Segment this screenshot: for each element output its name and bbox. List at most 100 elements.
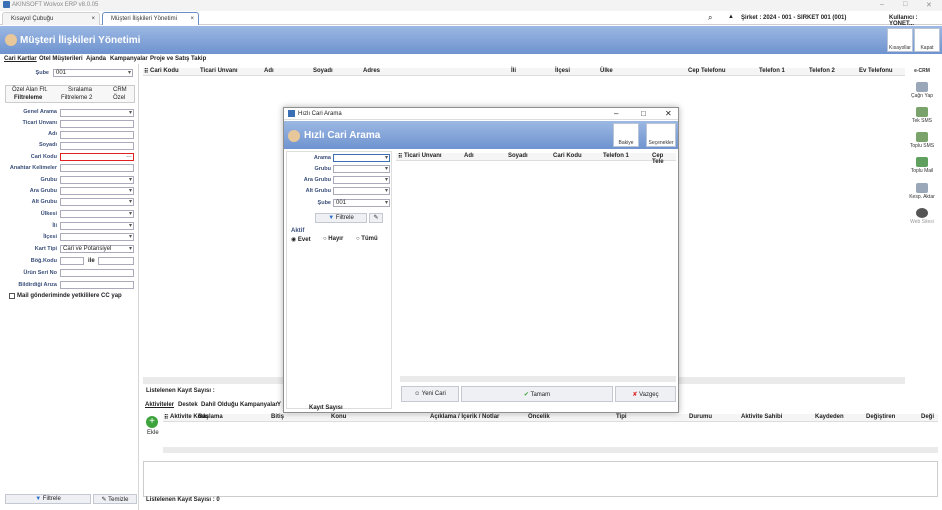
col-bitis[interactable]: Bitiş <box>271 414 284 420</box>
col-telefon1[interactable]: Telefon 1 <box>759 68 785 74</box>
col-adi[interactable]: Adı <box>264 68 274 74</box>
col-telefon2[interactable]: Telefon 2 <box>809 68 835 74</box>
tab-ozel[interactable]: Özel <box>113 95 125 101</box>
call-button[interactable]: Çağrı Yap <box>906 82 938 99</box>
dialog-col-soyadi[interactable]: Soyadı <box>508 153 528 159</box>
grubu-select[interactable] <box>60 176 134 184</box>
tab-filtreleme[interactable]: Filtreleme <box>14 95 42 101</box>
col-cari-kodu[interactable]: Cari Kodu <box>150 68 179 74</box>
shortcuts-button[interactable]: Kısayollar <box>887 28 913 52</box>
tab-kampanyalar[interactable]: Dahil Olduğu Kampanyalar <box>201 402 278 408</box>
dialog-col-ticari-unvani[interactable]: Ticari Unvanı <box>404 153 442 159</box>
options-button[interactable]: Seçenekler <box>646 123 676 147</box>
aktif-hayir-radio[interactable]: ○ Hayır <box>323 236 343 242</box>
search-icon[interactable]: ⌕ <box>708 13 712 23</box>
website-button[interactable]: Web Sitesi <box>906 208 938 225</box>
col-kaydeden[interactable]: Kaydeden <box>815 414 844 420</box>
col-aktivite-sahibi[interactable]: Aktivite Sahibi <box>741 414 782 420</box>
col-ev-telefonu[interactable]: Ev Telefonu <box>859 68 893 74</box>
dialog-minimize-button[interactable]: – <box>614 109 618 118</box>
col-cep-telefonu[interactable]: Cep Telefonu <box>688 68 726 74</box>
close-module-button[interactable]: Kapat <box>914 28 940 52</box>
new-account-button[interactable]: ☺ Yeni Cari <box>401 386 459 402</box>
dialog-grid-hscroll[interactable] <box>400 376 676 382</box>
dialog-grubu-select[interactable] <box>333 165 390 173</box>
col-ilcesi[interactable]: İlçesi <box>555 68 570 74</box>
bog-kodu-from[interactable] <box>60 257 84 265</box>
col-durumu[interactable]: Durumu <box>689 414 712 420</box>
dialog-sube-select[interactable]: 001 <box>333 199 390 207</box>
cc-checkbox[interactable] <box>9 293 15 299</box>
dialog-clear-button[interactable]: ✎ <box>369 213 383 223</box>
col-tipi[interactable]: Tipi <box>616 414 627 420</box>
menu-ajanda[interactable]: Ajanda <box>86 56 106 62</box>
tab-ozel-alan[interactable]: Özel Alan Flt. <box>12 87 48 93</box>
menu-proje[interactable]: Proje ve Satış Takip <box>150 56 206 62</box>
ara-grubu-select[interactable] <box>60 187 134 195</box>
notes-area[interactable] <box>143 461 938 497</box>
dialog-arama-select[interactable] <box>333 154 390 162</box>
dialog-alt-grubu-select[interactable] <box>333 187 390 195</box>
soyadi-input[interactable] <box>60 142 134 150</box>
col-ticari-unvani[interactable]: Ticari Unvanı <box>200 68 238 74</box>
dialog-filter-button[interactable]: ▼ Filtrele <box>315 213 367 223</box>
col-degistiren[interactable]: Değiştiren <box>866 414 895 420</box>
col-ulke[interactable]: Ülke <box>600 68 613 74</box>
tab-aktiviteler[interactable]: Aktiviteler <box>145 402 174 408</box>
bulk-sms-button[interactable]: Toplu SMS <box>906 132 938 149</box>
bulk-mail-button[interactable]: Toplu Mail <box>906 157 938 174</box>
tab-y[interactable]: Y <box>277 402 281 408</box>
dialog-col-adi[interactable]: Adı <box>464 153 474 159</box>
col-ili[interactable]: İli <box>511 68 516 74</box>
single-sms-button[interactable]: Tek SMS <box>906 107 938 124</box>
kart-tipi-select[interactable]: Cari ve Potansiyel <box>60 245 134 253</box>
minimize-button[interactable]: – <box>880 1 884 8</box>
filter-button[interactable]: ▼ Filtrele <box>5 494 91 504</box>
bog-kodu-to[interactable] <box>98 257 134 265</box>
cancel-button[interactable]: ✘ Vazgeç <box>615 386 676 402</box>
col-adres[interactable]: Adres <box>363 68 380 74</box>
aktif-tumu-radio[interactable]: ○ Tümü <box>356 236 378 242</box>
aktif-evet-radio[interactable]: ◉ Evet <box>291 236 311 243</box>
genel-arama-select[interactable] <box>60 109 134 117</box>
alt-grubu-select[interactable] <box>60 198 134 206</box>
col-baslama[interactable]: Başlama <box>198 414 223 420</box>
tab-shortcut-bar[interactable]: Kısayol Çubuğu × <box>2 12 100 25</box>
bildirdigi-ariza-input[interactable] <box>60 281 134 289</box>
adi-input[interactable] <box>60 131 134 139</box>
menu-cari-kartlar[interactable]: Cari Kartlar <box>4 56 37 62</box>
col-aciklama[interactable]: Açıklama / İçerik / Notlar <box>430 414 499 420</box>
maximize-button[interactable]: □ <box>903 1 907 8</box>
dialog-col-cep-tele[interactable]: Cep Tele <box>652 153 676 165</box>
menu-kampanyalar[interactable]: Kampanyalar <box>110 56 148 62</box>
col-oncelik[interactable]: Öncelik <box>528 414 550 420</box>
ok-button[interactable]: ✔ Tamam <box>461 386 613 402</box>
ecrm-label[interactable]: e-CRM <box>906 68 938 74</box>
col-konu[interactable]: Konu <box>331 414 346 420</box>
col-degi[interactable]: Deği <box>921 414 934 420</box>
transfer-button[interactable]: Kesp. Aktar <box>906 183 938 200</box>
ulkesi-select[interactable] <box>60 210 134 218</box>
dialog-col-cari-kodu[interactable]: Cari Kodu <box>553 153 582 159</box>
menu-otel[interactable]: Otel Müşterileri <box>39 56 83 62</box>
cari-kodu-input[interactable]: … <box>60 153 134 161</box>
ili-select[interactable] <box>60 222 134 230</box>
tab-filtreleme2[interactable]: Filtreleme 2 <box>61 95 92 101</box>
tab-destek[interactable]: Destek <box>178 402 198 408</box>
urun-seri-no-input[interactable] <box>60 269 134 277</box>
dialog-col-telefon1[interactable]: Telefon 1 <box>603 153 629 159</box>
tab-crm-filter[interactable]: CRM <box>113 87 127 93</box>
dialog-maximize-button[interactable]: □ <box>641 109 646 118</box>
ticari-unvani-input[interactable] <box>60 120 134 128</box>
dialog-ara-grubu-select[interactable] <box>333 176 390 184</box>
anahtar-kelimeler-input[interactable] <box>60 164 134 172</box>
add-icon[interactable]: + <box>146 416 158 428</box>
col-soyadi[interactable]: Soyadı <box>313 68 333 74</box>
tab-siralama[interactable]: Sıralama <box>68 87 92 93</box>
activity-grid-hscroll[interactable] <box>163 447 938 453</box>
dialog-close-button[interactable]: ✕ <box>665 109 672 118</box>
close-button[interactable]: ✕ <box>926 1 932 9</box>
tab-crm[interactable]: Müşteri İlişkileri Yönetimi × <box>102 12 199 25</box>
ilcesi-select[interactable] <box>60 233 134 241</box>
balance-button[interactable]: Bakiye <box>613 123 639 147</box>
